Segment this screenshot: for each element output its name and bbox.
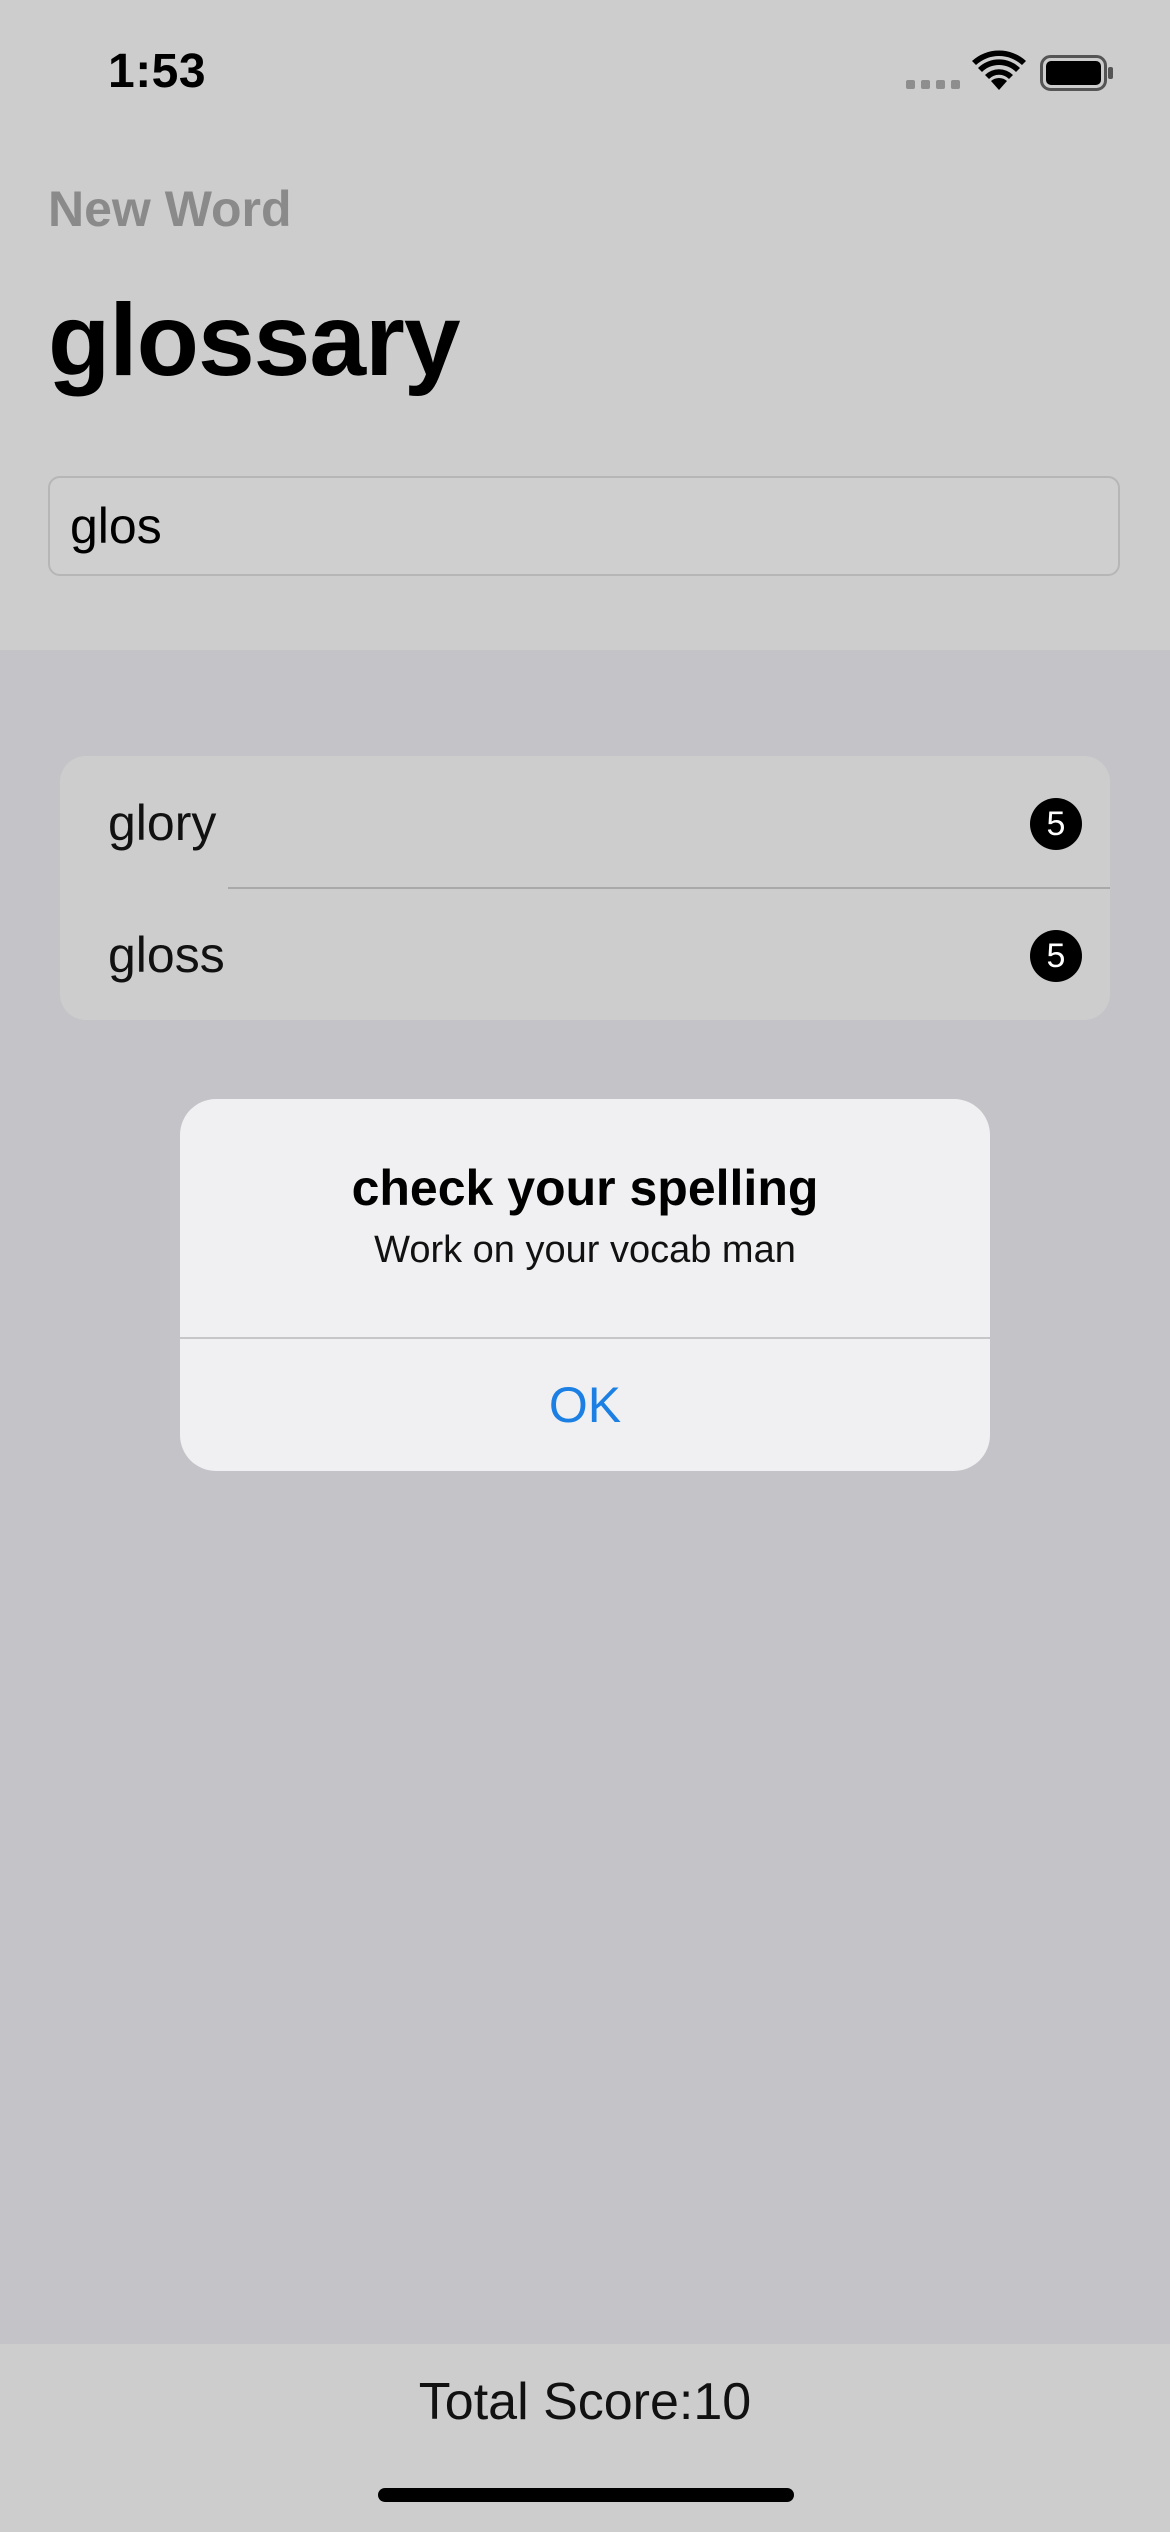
alert-message: Work on your vocab man — [374, 1229, 796, 1271]
list-item-word: glory — [108, 795, 217, 851]
list-item[interactable]: gloss 5 — [60, 888, 1110, 1020]
wifi-icon — [972, 50, 1026, 90]
list-item[interactable]: glory 5 — [60, 756, 1110, 888]
alert-dialog: check your spelling Work on your vocab m… — [180, 1099, 990, 1471]
word-list: glory 5 gloss 5 — [60, 756, 1110, 1020]
total-score-label: Total Score:10 — [418, 2373, 752, 2431]
guess-input[interactable]: glos — [48, 476, 1120, 576]
nav-subtitle: New Word — [48, 181, 292, 237]
status-time: 1:53 — [108, 45, 207, 98]
battery-icon — [1040, 55, 1113, 91]
alert-ok-button[interactable]: OK — [180, 1339, 990, 1471]
score-badge-icon: 5 — [1030, 798, 1082, 850]
cellular-signal-icon — [906, 80, 960, 90]
alert-title: check your spelling — [351, 1160, 819, 1216]
list-item-word: gloss — [108, 927, 225, 983]
root-word-title: glossary — [48, 283, 461, 397]
score-badge-icon: 5 — [1030, 930, 1082, 982]
home-indicator[interactable] — [378, 2488, 794, 2502]
